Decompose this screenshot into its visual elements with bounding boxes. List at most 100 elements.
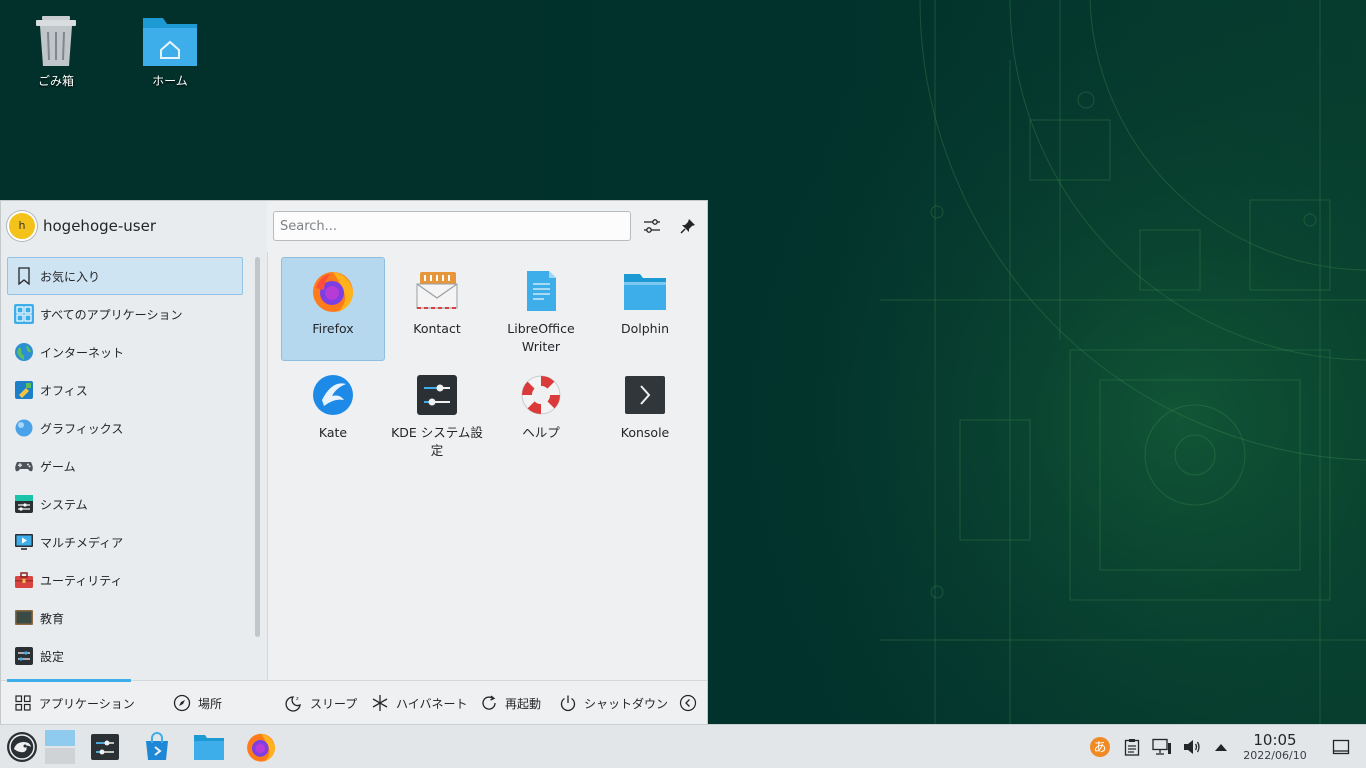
- system-tray-expand-button[interactable]: [1205, 729, 1237, 765]
- app-libreoffice-writer[interactable]: LibreOffice Writer: [489, 257, 593, 361]
- sliders-icon: [644, 219, 660, 233]
- tab-applications[interactable]: アプリケーション: [13, 691, 135, 715]
- category-label: お気に入り: [40, 269, 101, 284]
- tab-label: 場所: [198, 696, 223, 711]
- volume-button[interactable]: [1176, 729, 1208, 765]
- taskbar-discover[interactable]: [139, 729, 175, 765]
- category-games[interactable]: ゲーム: [7, 447, 243, 485]
- svg-text:z: z: [296, 696, 299, 702]
- kde-settings-icon: [414, 372, 460, 418]
- category-favorites[interactable]: お気に入り: [7, 257, 243, 295]
- clock-time: 10:05: [1253, 731, 1297, 749]
- category-label: 教育: [40, 611, 65, 626]
- app-label: ヘルプ: [522, 425, 560, 440]
- category-list: お気に入り すべてのアプリケーション インターネット オフィス グラフィックス …: [7, 257, 243, 675]
- app-label: Konsole: [620, 425, 670, 440]
- sleep-button[interactable]: z スリープ: [284, 691, 357, 715]
- restart-button[interactable]: 再起動: [479, 691, 541, 715]
- launcher-footer: アプリケーション 場所 z スリープ ハイバネート 再起動 シャットダウン: [1, 679, 707, 724]
- kate-icon: [310, 372, 356, 418]
- search-input[interactable]: [273, 211, 631, 241]
- category-all-apps[interactable]: すべてのアプリケーション: [7, 295, 243, 333]
- chevron-up-icon: [1215, 744, 1227, 751]
- gamepad-icon: [14, 456, 34, 476]
- app-grid-icon: [13, 693, 33, 713]
- power-icon: [558, 693, 578, 713]
- category-multimedia[interactable]: マルチメディア: [7, 523, 243, 561]
- application-launcher-button[interactable]: [4, 729, 40, 765]
- home-folder-icon: [143, 18, 197, 66]
- category-education[interactable]: 教育: [7, 599, 243, 637]
- category-scrollbar[interactable]: [255, 257, 260, 637]
- category-graphics[interactable]: グラフィックス: [7, 409, 243, 447]
- pager-icon: [45, 730, 75, 764]
- active-tab-indicator: [7, 679, 131, 682]
- configure-button[interactable]: [640, 214, 664, 238]
- app-label: Kontact: [413, 321, 461, 336]
- speaker-icon: [1184, 740, 1200, 754]
- desktop-icon-home[interactable]: ホーム: [130, 12, 210, 89]
- compass-icon: [172, 693, 192, 713]
- taskbar: あ 10:05 2022/06/10: [0, 724, 1366, 768]
- pin-icon: [680, 219, 695, 234]
- clipboard-icon: [1124, 739, 1140, 756]
- desktop-icon-trash[interactable]: ごみ箱: [16, 12, 96, 89]
- folder-icon: [194, 735, 224, 760]
- kontact-icon: [414, 268, 460, 314]
- digital-clock[interactable]: 10:05 2022/06/10: [1236, 731, 1314, 763]
- pane-divider: [267, 252, 268, 680]
- app-kate[interactable]: Kate: [281, 361, 385, 465]
- konsole-icon: [622, 372, 668, 418]
- category-utilities[interactable]: ユーティリティ: [7, 561, 243, 599]
- app-label: Dolphin: [621, 321, 669, 336]
- dolphin-folder-icon: [622, 268, 668, 314]
- clipboard-button[interactable]: [1116, 729, 1148, 765]
- opensuse-logo-icon: [7, 732, 37, 762]
- taskbar-system-settings[interactable]: [87, 729, 123, 765]
- ime-icon: あ: [1090, 737, 1110, 757]
- category-office[interactable]: オフィス: [7, 371, 243, 409]
- hibernate-button[interactable]: ハイバネート: [370, 691, 468, 715]
- tab-places[interactable]: 場所: [172, 691, 222, 715]
- category-settings[interactable]: 設定: [7, 637, 243, 675]
- category-system[interactable]: システム: [7, 485, 243, 523]
- virtual-desktop-pager[interactable]: [42, 729, 78, 765]
- taskbar-firefox[interactable]: [243, 729, 279, 765]
- pin-button[interactable]: [676, 214, 700, 238]
- category-internet[interactable]: インターネット: [7, 333, 243, 371]
- clock-date: 2022/06/10: [1243, 749, 1307, 762]
- chevron-left-icon: [678, 693, 698, 713]
- app-konsole[interactable]: Konsole: [593, 361, 697, 465]
- network-button[interactable]: [1146, 729, 1178, 765]
- show-desktop-button[interactable]: [1324, 729, 1358, 765]
- application-launcher: h hogehoge-user お気に入り すべてのアプリケーション インターネ…: [0, 200, 708, 724]
- app-firefox[interactable]: Firefox: [281, 257, 385, 361]
- system-settings-icon: [91, 734, 119, 760]
- globe-icon: [14, 342, 34, 362]
- desktop-icon-label: ごみ箱: [37, 74, 74, 88]
- category-label: ゲーム: [40, 459, 76, 474]
- app-label: KDE システム設定: [391, 425, 483, 458]
- snowflake-icon: [370, 693, 390, 713]
- toolbox-icon: [14, 570, 34, 590]
- app-dolphin[interactable]: Dolphin: [593, 257, 697, 361]
- footer-label: スリープ: [310, 696, 358, 711]
- graphics-icon: [14, 418, 34, 438]
- tab-label: アプリケーション: [39, 696, 135, 711]
- bookmark-icon: [14, 266, 34, 286]
- app-help[interactable]: ヘルプ: [489, 361, 593, 465]
- category-label: グラフィックス: [40, 421, 124, 436]
- svg-text:あ: あ: [1093, 741, 1106, 756]
- app-kontact[interactable]: Kontact: [385, 257, 489, 361]
- app-label: Firefox: [312, 321, 354, 336]
- footer-label: ハイバネート: [396, 696, 468, 711]
- more-options-button[interactable]: [678, 691, 704, 715]
- input-method-indicator[interactable]: あ: [1084, 729, 1116, 765]
- taskbar-dolphin[interactable]: [191, 729, 227, 765]
- shutdown-button[interactable]: シャットダウン: [558, 691, 668, 715]
- user-avatar[interactable]: h: [7, 211, 37, 241]
- firefox-icon: [247, 733, 275, 762]
- category-label: システム: [40, 497, 88, 512]
- app-kde-system-settings[interactable]: KDE システム設定: [385, 361, 489, 465]
- trash-icon: [36, 16, 76, 66]
